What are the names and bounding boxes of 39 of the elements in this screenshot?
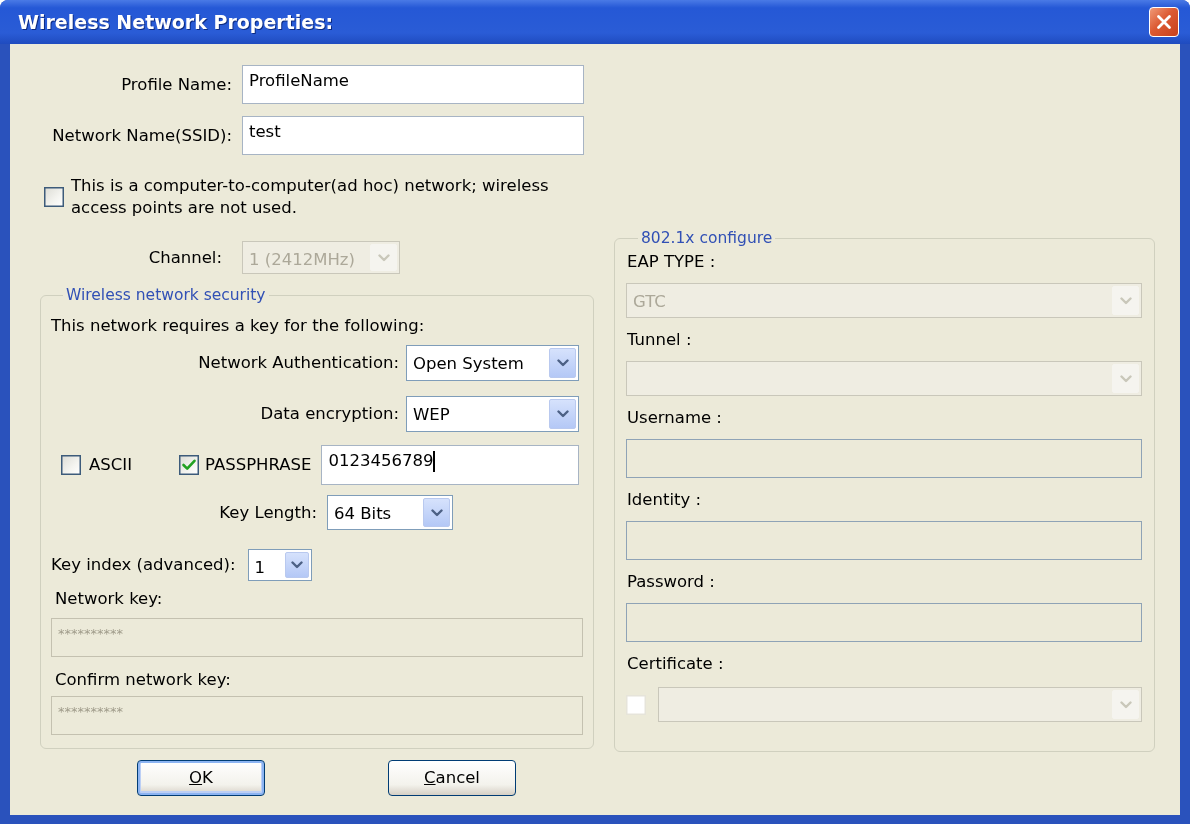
close-button[interactable] bbox=[1149, 7, 1179, 37]
field-label: Certificate : bbox=[626, 653, 725, 675]
field-label: Data encryption: bbox=[260, 403, 399, 425]
text-field[interactable]: 0123456789 bbox=[321, 445, 579, 485]
text-field[interactable]: ProfileName bbox=[242, 65, 584, 104]
checkbox[interactable] bbox=[61, 455, 81, 475]
field-label: Profile Name: bbox=[120, 73, 232, 96]
field-label: EAP TYPE : bbox=[626, 251, 717, 273]
field-label: Key Length: bbox=[218, 501, 317, 524]
field-label: Network Name(SSID): bbox=[51, 124, 232, 147]
field-label: Confirm network key: bbox=[54, 669, 232, 691]
window-title: Wireless Network Properties: bbox=[18, 10, 334, 35]
field-label: Network key: bbox=[54, 588, 164, 610]
dropdown[interactable]: Open System bbox=[406, 345, 579, 381]
checkbox-label: PASSPHRASE bbox=[205, 454, 312, 476]
checkbox[interactable] bbox=[179, 455, 199, 475]
text-field[interactable] bbox=[626, 521, 1142, 560]
field-label: Channel: bbox=[147, 246, 222, 269]
group-box-title: Wireless network security bbox=[65, 285, 267, 305]
field-label: Username : bbox=[626, 407, 723, 429]
field-label: Tunnel : bbox=[626, 329, 693, 351]
field-label: Key index (advanced): bbox=[51, 554, 236, 576]
checkbox-label: ASCII bbox=[89, 454, 132, 476]
field-label: Network Authentication: bbox=[198, 352, 399, 374]
cancel-button[interactable]: Cancel bbox=[388, 760, 516, 796]
ok-button[interactable]: OK bbox=[137, 760, 265, 796]
group-box-title: 802.1x configure bbox=[640, 228, 774, 248]
instruction-text: This network requires a key for the following: bbox=[51, 315, 426, 337]
dropdown[interactable]: WEP bbox=[406, 396, 579, 432]
checkbox[interactable] bbox=[44, 187, 64, 207]
field-label: Identity : bbox=[626, 489, 703, 511]
text-field[interactable]: test bbox=[242, 116, 584, 155]
dropdown[interactable]: 1 bbox=[247, 549, 312, 581]
checkbox-label: This is a computer-to-computer(ad hoc) network; wireless access points are not used. bbox=[71, 175, 550, 219]
text-field[interactable] bbox=[626, 439, 1142, 478]
dropdown[interactable]: 64 Bits bbox=[327, 495, 453, 530]
close-icon bbox=[1156, 14, 1172, 30]
text-field[interactable] bbox=[626, 603, 1142, 642]
field-label: Password : bbox=[626, 571, 716, 593]
